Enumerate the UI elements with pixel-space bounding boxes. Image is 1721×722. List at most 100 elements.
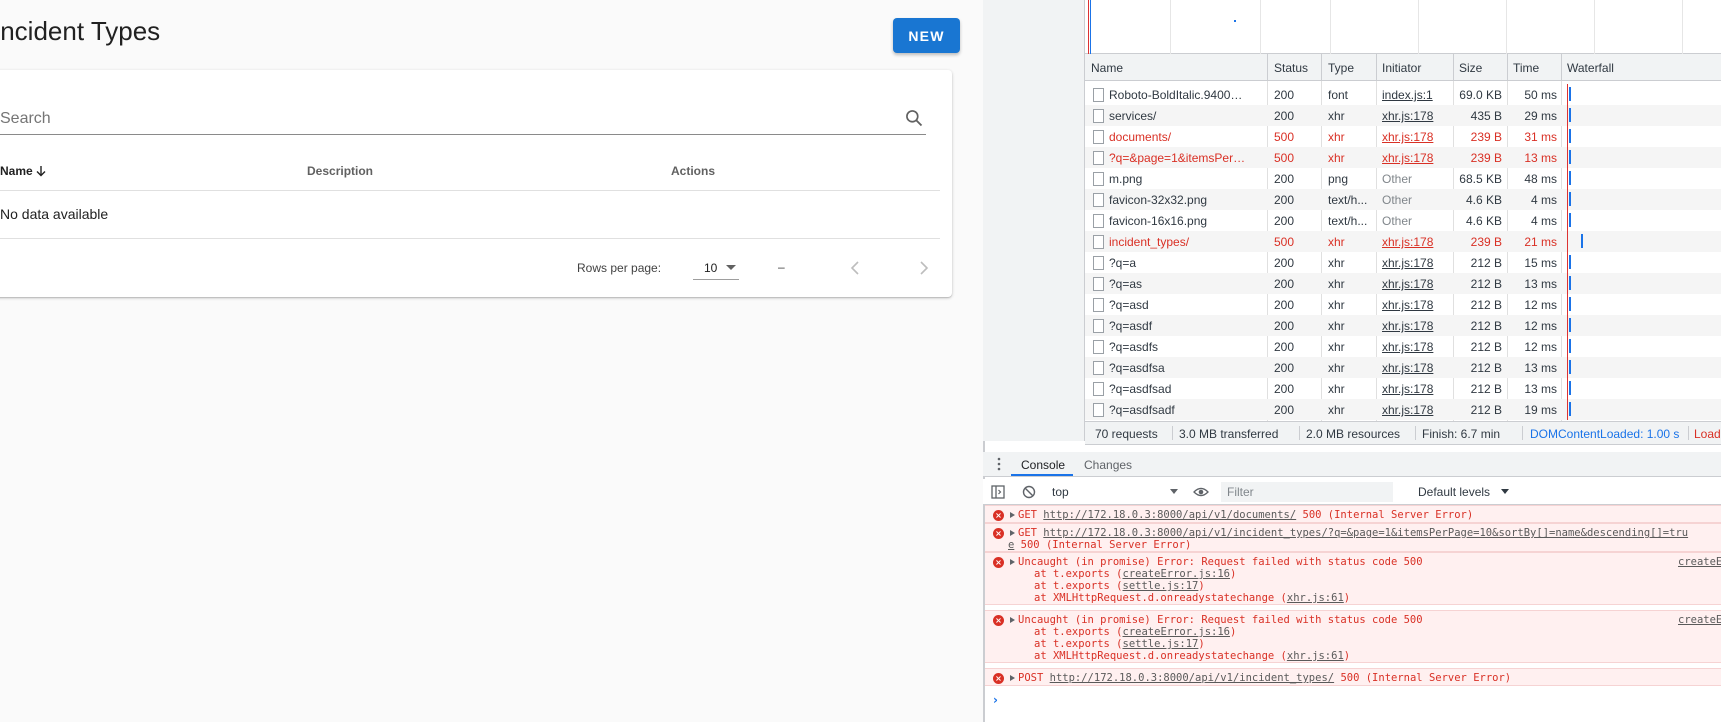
column-divider[interactable] [1376, 54, 1377, 80]
network-request-row[interactable]: m.png 200 png Other 68.5 KB 48 ms [1085, 168, 1721, 189]
context-selector[interactable]: top [1046, 482, 1182, 502]
request-name[interactable]: ?q=asd [1109, 298, 1249, 312]
console-prompt[interactable]: › [993, 693, 998, 707]
request-name[interactable]: ?q=asdfs [1109, 340, 1249, 354]
network-request-row[interactable]: ?q=&page=1&itemsPerPag... 500 xhr xhr.js:17… [1085, 147, 1721, 168]
more-vertical-icon[interactable] [997, 457, 1001, 471]
request-initiator[interactable]: xhr.js:178 [1382, 319, 1460, 333]
tab-console[interactable]: Console [1021, 458, 1065, 472]
search-icon[interactable] [904, 108, 924, 128]
request-initiator[interactable]: xhr.js:178 [1382, 256, 1460, 270]
console-filter-input[interactable] [1221, 482, 1393, 502]
network-request-row[interactable]: ?q=a 200 xhr xhr.js:178 212 B 15 ms [1085, 252, 1721, 273]
request-name[interactable]: Roboto-BoldItalic.94008e... [1109, 88, 1249, 102]
tab-changes[interactable]: Changes [1084, 458, 1132, 472]
request-name[interactable]: ?q=asdf [1109, 319, 1249, 333]
console-uncaught-error[interactable]: × Uncaught (in promise) Error: Request f… [985, 610, 1721, 663]
column-divider[interactable] [1507, 54, 1508, 80]
network-request-row[interactable]: ?q=asdfsadf 200 xhr xhr.js:178 212 B 19 ms [1085, 399, 1721, 420]
network-request-row[interactable]: ?q=asd 200 xhr xhr.js:178 212 B 12 ms [1085, 294, 1721, 315]
console-uncaught-error[interactable]: × Uncaught (in promise) Error: Request f… [985, 552, 1721, 605]
request-name[interactable]: m.png [1109, 172, 1249, 186]
expand-triangle-icon[interactable] [1010, 617, 1015, 623]
column-header-type[interactable]: Type [1328, 61, 1354, 75]
source-link[interactable]: createE [1678, 556, 1721, 568]
network-request-row[interactable]: favicon-32x32.png 200 text/h... Other 4.6 KB… [1085, 189, 1721, 210]
request-initiator[interactable]: xhr.js:178 [1382, 403, 1460, 417]
rows-per-page-select[interactable]: 10 [693, 255, 739, 280]
stack-frame-link[interactable]: settle.js:17 [1123, 580, 1199, 592]
column-header-status[interactable]: Status [1274, 61, 1308, 75]
column-divider[interactable] [1267, 54, 1268, 80]
search-field[interactable] [0, 104, 926, 135]
network-request-row[interactable]: favicon-16x16.png 200 text/h... Other 4.6 KB… [1085, 210, 1721, 231]
network-request-row[interactable]: ?q=as 200 xhr xhr.js:178 212 B 13 ms [1085, 273, 1721, 294]
request-name[interactable]: services/ [1109, 109, 1249, 123]
column-divider[interactable] [1561, 54, 1562, 80]
column-divider[interactable] [1453, 54, 1454, 80]
request-initiator[interactable]: xhr.js:178 [1382, 361, 1460, 375]
network-request-row[interactable]: incident_types/500 xhr xhr.js:178 239 B 21 m… [1085, 231, 1721, 252]
network-overview-timeline[interactable] [1085, 0, 1721, 54]
request-initiator[interactable]: xhr.js:178 [1382, 298, 1460, 312]
request-initiator[interactable]: xhr.js:178 [1382, 277, 1460, 291]
stack-frame-link[interactable]: xhr.js:61 [1287, 650, 1344, 662]
clear-console-icon[interactable] [1022, 485, 1036, 499]
request-name[interactable]: ?q=&page=1&itemsPerPag... [1109, 151, 1249, 165]
network-request-row[interactable]: documents/500 xhr xhr.js:178 239 B 31 ms [1085, 126, 1721, 147]
network-request-row[interactable]: Roboto-BoldItalic.94008e... 200 font index.… [1085, 84, 1721, 105]
stack-frame-link[interactable]: xhr.js:61 [1287, 592, 1344, 604]
column-header-waterfall[interactable]: Waterfall [1567, 61, 1614, 75]
request-url-link[interactable]: http://172.18.0.3:8000/api/v1/incident_t… [1043, 527, 1688, 539]
request-name[interactable]: ?q=a [1109, 256, 1249, 270]
request-name[interactable]: ?q=as [1109, 277, 1249, 291]
column-header-initiator[interactable]: Initiator [1382, 61, 1421, 75]
expand-triangle-icon[interactable] [1010, 512, 1015, 518]
column-header-time[interactable]: Time [1513, 61, 1539, 75]
source-link[interactable]: createE [1678, 614, 1721, 626]
stack-frame-link[interactable]: createError.js:16 [1123, 568, 1230, 580]
column-divider[interactable] [1321, 54, 1322, 80]
column-header-size[interactable]: Size [1459, 61, 1482, 75]
expand-triangle-icon[interactable] [1010, 530, 1015, 536]
request-name[interactable]: favicon-16x16.png [1109, 214, 1249, 228]
console-error-message[interactable]: × POST http://172.18.0.3:8000/api/v1/inc… [985, 668, 1721, 686]
sort-arrow-down-icon[interactable] [35, 165, 47, 177]
request-name[interactable]: favicon-32x32.png [1109, 193, 1249, 207]
request-url-link[interactable]: http://172.18.0.3:8000/api/v1/incident_t… [1050, 672, 1334, 684]
network-request-row[interactable]: services/200 xhr xhr.js:178 435 B 29 ms [1085, 105, 1721, 126]
log-levels-dropdown[interactable]: Default levels [1418, 485, 1490, 499]
expand-triangle-icon[interactable] [1010, 559, 1015, 565]
request-url-link[interactable]: http://172.18.0.3:8000/api/v1/documents/ [1043, 509, 1296, 521]
description-column-header[interactable]: Description [307, 164, 373, 178]
live-expression-eye-icon[interactable] [1193, 485, 1209, 499]
new-button[interactable]: NEW [893, 18, 960, 53]
column-header-name[interactable]: Name [1091, 61, 1123, 75]
network-request-row[interactable]: ?q=asdfsad 200 xhr xhr.js:178 212 B 13 ms [1085, 378, 1721, 399]
stack-frame-link[interactable]: settle.js:17 [1123, 638, 1199, 650]
request-url-link-continued[interactable]: e [1008, 539, 1014, 551]
request-name[interactable]: documents/ [1109, 130, 1249, 144]
request-initiator[interactable]: xhr.js:178 [1382, 130, 1460, 144]
request-name[interactable]: ?q=asdfsad [1109, 382, 1249, 396]
network-request-row[interactable]: ?q=asdfs 200 xhr xhr.js:178 212 B 12 ms [1085, 336, 1721, 357]
request-initiator[interactable]: xhr.js:178 [1382, 382, 1460, 396]
next-page-button[interactable] [912, 256, 936, 280]
request-initiator[interactable]: xhr.js:178 [1382, 235, 1460, 249]
network-request-row[interactable]: ?q=asdf 200 xhr xhr.js:178 212 B 12 ms [1085, 315, 1721, 336]
stack-frame-link[interactable]: createError.js:16 [1123, 626, 1230, 638]
show-sidebar-icon[interactable] [991, 485, 1005, 499]
request-initiator[interactable]: xhr.js:178 [1382, 340, 1460, 354]
search-input[interactable] [0, 104, 880, 134]
request-initiator[interactable]: index.js:1 [1382, 88, 1460, 102]
request-initiator[interactable]: xhr.js:178 [1382, 109, 1460, 123]
request-name[interactable]: ?q=asdfsadf [1109, 403, 1249, 417]
console-error-message[interactable]: × GET http://172.18.0.3:8000/api/v1/inci… [985, 523, 1721, 552]
request-name[interactable]: ?q=asdfsa [1109, 361, 1249, 375]
request-name[interactable]: incident_types/ [1109, 235, 1249, 249]
expand-triangle-icon[interactable] [1010, 675, 1015, 681]
console-error-message[interactable]: × GET http://172.18.0.3:8000/api/v1/docu… [985, 505, 1721, 523]
previous-page-button[interactable] [843, 256, 867, 280]
network-request-row[interactable]: ?q=asdfsa 200 xhr xhr.js:178 212 B 13 ms [1085, 357, 1721, 378]
request-initiator[interactable]: xhr.js:178 [1382, 151, 1460, 165]
